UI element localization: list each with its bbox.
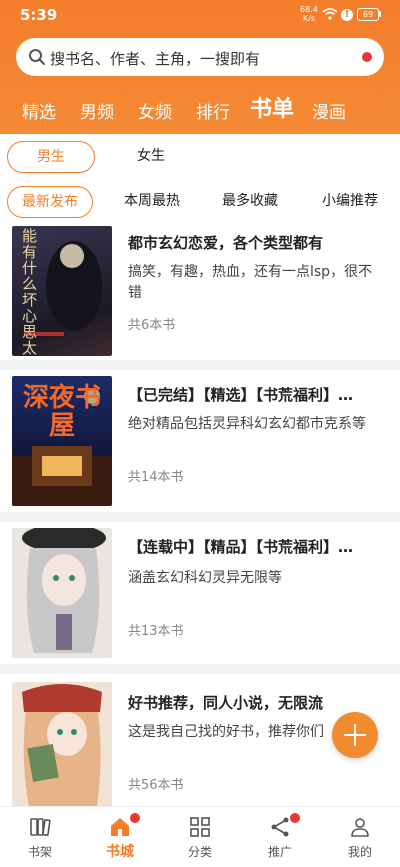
bottom-nav: 书架 书城 分类 推广 我的 <box>0 806 400 867</box>
add-booklist-button[interactable] <box>332 712 378 758</box>
cover-title-text: 深夜书屋 <box>22 383 101 441</box>
nav-label: 我的 <box>347 845 372 859</box>
search-bar[interactable]: 搜书名、作者、主角，一搜即有 <box>16 38 384 76</box>
search-placeholder: 搜书名、作者、主角，一搜即有 <box>50 50 261 68</box>
gender-tab-female[interactable]: 女生 <box>108 141 194 171</box>
sort-tab-hot-week[interactable]: 本周最热 <box>110 186 194 216</box>
gender-filter: 男生 女生 <box>0 134 400 180</box>
category-icon <box>190 817 210 837</box>
booklist-title: 【已完结】【精选】【书荒福利】… <box>128 386 354 404</box>
booklist-desc: 这是我自己找的好书，推荐你们 <box>128 724 324 740</box>
gender-tab-male[interactable]: 男生 <box>7 141 95 173</box>
nav-label: 推广 <box>267 845 292 859</box>
booklist-count: 共6本书 <box>128 318 176 333</box>
booklist-title: 都市玄幻恋爱，各个类型都有 <box>128 234 324 252</box>
search-icon <box>29 49 45 65</box>
battery-icon: 69 <box>357 8 379 21</box>
cover-art-4 <box>22 684 102 806</box>
profile-icon <box>351 818 369 837</box>
category-tabs: 精选 男频 女频 排行 书单 漫画 <box>0 94 400 126</box>
share-icon <box>271 817 289 837</box>
sort-filter: 最新发布 本周最热 最多收藏 小编推荐 <box>0 180 400 224</box>
booklist-desc: 涵盖玄幻科幻灵异无限等 <box>128 570 282 586</box>
net-speed-unit: K/s <box>302 14 315 23</box>
sort-tab-most-saved[interactable]: 最多收藏 <box>208 186 292 216</box>
nav-label: 分类 <box>187 845 212 859</box>
nav-bookstore[interactable]: 书城 <box>80 807 160 867</box>
wifi-icon <box>322 8 338 20</box>
nav-badge <box>130 813 140 823</box>
sort-tab-newest[interactable]: 最新发布 <box>7 186 93 218</box>
nav-label: 书城 <box>106 844 134 860</box>
booklist-cover <box>12 682 112 806</box>
tab-featured[interactable]: 精选 <box>22 98 56 123</box>
net-speed: 68.4 K/s <box>300 5 318 23</box>
tab-ranking[interactable]: 排行 <box>196 98 230 123</box>
nav-badge <box>290 813 300 823</box>
booklist-card[interactable]: 【连载中】【精品】【书荒福利】… 涵盖玄幻科幻灵异无限等 共13本书 <box>0 522 400 664</box>
tab-male[interactable]: 男频 <box>80 98 114 123</box>
nav-category[interactable]: 分类 <box>160 807 240 867</box>
tab-booklist[interactable]: 书单 <box>250 91 294 123</box>
booklist-title: 好书推荐，同人小说，无限流 <box>128 694 324 712</box>
net-speed-value: 68.4 <box>300 5 318 14</box>
battery-level: 69 <box>362 10 374 19</box>
booklist-count: 共56本书 <box>128 778 184 793</box>
plus-icon <box>354 724 356 746</box>
nav-profile[interactable]: 我的 <box>320 807 400 867</box>
sort-tab-editor-pick[interactable]: 小编推荐 <box>308 186 392 216</box>
tab-comics[interactable]: 漫画 <box>312 98 346 123</box>
bookstore-icon <box>111 818 129 836</box>
status-bar: 5:39 68.4 K/s ! 69 <box>0 0 400 30</box>
cover-title-text: 能有什么坏心思 太监 <box>22 227 38 356</box>
booklist-desc: 绝对精品包括灵异科幻玄幻都市克系等 <box>128 416 366 432</box>
search-notification-dot <box>362 52 372 62</box>
booklist-card[interactable]: 能有什么坏心思 太监 都市玄幻恋爱，各个类型都有 搞笑，有趣，热血，还有一点ls… <box>0 224 400 360</box>
booklist-cover: 能有什么坏心思 太监 <box>12 226 112 356</box>
booklist-count: 共13本书 <box>128 624 184 639</box>
booklist-desc: 搞笑，有趣，热血，还有一点lsp，很不错 <box>128 264 373 301</box>
status-time: 5:39 <box>20 6 58 24</box>
booklist-title: 【连载中】【精品】【书荒福利】… <box>128 538 354 556</box>
booklist-count: 共14本书 <box>128 470 184 485</box>
nav-label: 书架 <box>27 845 52 859</box>
alert-icon: ! <box>341 9 353 21</box>
nav-promote[interactable]: 推广 <box>240 807 320 867</box>
cover-art-3 <box>22 528 106 653</box>
bookshelf-icon <box>30 818 51 837</box>
header: 5:39 68.4 K/s ! 69 搜书名、作者、主角，一搜即有 精选 男频 … <box>0 0 400 134</box>
tab-female[interactable]: 女频 <box>138 98 172 123</box>
booklist-cover: 深夜书屋 <box>12 376 112 506</box>
nav-bookshelf[interactable]: 书架 <box>0 807 80 867</box>
battery-tip <box>379 11 381 17</box>
booklist-cover <box>12 528 112 658</box>
booklist-card[interactable]: 深夜书屋 【已完结】【精选】【书荒福利】… 绝对精品包括灵异科幻玄幻都市克系等 … <box>0 370 400 512</box>
